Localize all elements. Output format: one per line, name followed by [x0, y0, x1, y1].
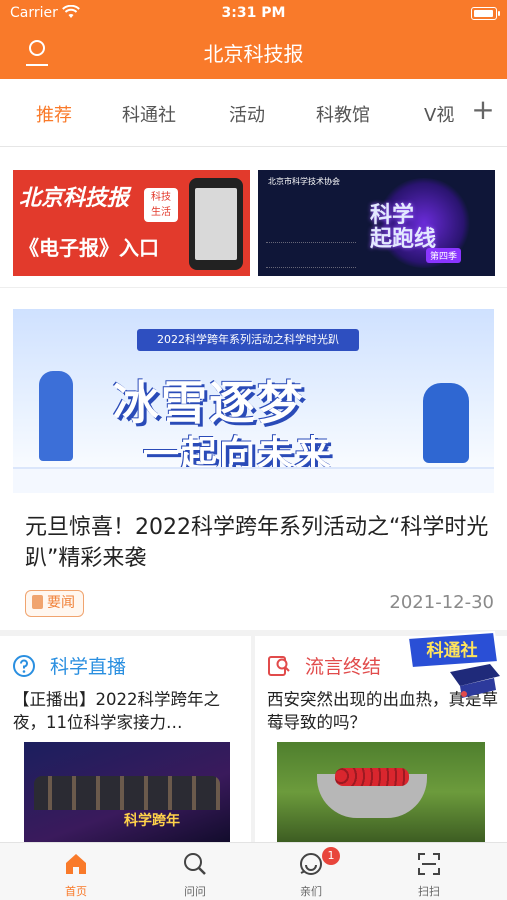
science-live-text: 【正播出】2022科学跨年之夜，11位科学家接力… — [13, 690, 220, 732]
channel-tabs: 推荐 科通社 活动 科教馆 V视 + — [0, 79, 507, 147]
tab-scan[interactable]: 扫扫 — [366, 843, 492, 900]
science-life-tag: 科技 生活 — [144, 188, 178, 222]
hockey-player-illustration — [423, 383, 469, 463]
live-event-image: 科学跨年 — [24, 742, 230, 842]
promo-banner-row: 北京科技报 科技 生活 《电子报》入口 北京市科学技术协会 科学 起跑线 第四季 — [0, 148, 507, 288]
notification-badge: 1 — [322, 847, 340, 865]
tab-ketongshe[interactable]: 科通社 — [122, 101, 176, 127]
status-time: 3:31 PM — [221, 5, 286, 21]
snow-ground — [13, 467, 494, 493]
status-bar: Carrier 3:31 PM — [0, 0, 507, 28]
add-channel-button[interactable]: + — [471, 93, 495, 127]
newspaper-logo: 北京科技报 — [19, 185, 130, 211]
feature-banner-line1: 冰雪逐梦 — [113, 376, 305, 430]
feature-article-title[interactable]: 元旦惊喜！2022科学跨年系列活动之“科学时光趴”精彩来袭 — [25, 512, 495, 574]
scan-icon — [418, 853, 440, 875]
feature-banner-subtitle: 2022科学跨年系列活动之科学时光趴 — [137, 329, 359, 351]
science-live-card[interactable]: 科学直播 【正播出】2022科学跨年之夜，11位科学家接力… 科学跨年 — [0, 636, 251, 842]
skier-illustration — [39, 371, 73, 461]
tab-home[interactable]: 首页 — [13, 843, 139, 900]
feature-banner-image[interactable]: 2022科学跨年系列活动之科学时光趴 冰雪逐梦 一起向未来 — [13, 309, 494, 493]
document-icon — [32, 595, 43, 609]
question-icon — [13, 655, 35, 677]
strawberries-shape — [335, 768, 409, 786]
rumor-icon — [268, 656, 290, 676]
banner-decoration — [266, 242, 356, 268]
ketongshe-sticker[interactable]: 科通社 — [400, 628, 502, 702]
tab-ask[interactable]: 问问 — [132, 843, 258, 900]
tab-ask-label: 问问 — [184, 885, 206, 898]
phone-illustration — [189, 178, 243, 270]
battery-icon — [471, 7, 500, 20]
rumor-buster-title: 流言终结 — [305, 656, 382, 678]
tab-science-museum[interactable]: 科教馆 — [316, 101, 370, 127]
app-title: 北京科技报 — [203, 42, 304, 66]
strawberry-rodent-image — [277, 742, 485, 842]
tab-friends-label: 亲们 — [300, 885, 322, 898]
home-icon — [66, 854, 86, 874]
season-badge: 第四季 — [426, 248, 462, 263]
epaper-entry-banner[interactable]: 北京科技报 科技 生活 《电子报》入口 — [13, 170, 250, 276]
science-race-banner[interactable]: 北京市科学技术协会 科学 起跑线 第四季 — [258, 170, 495, 276]
bottom-tab-bar: 首页 问问 1 亲们 扫扫 — [0, 842, 507, 900]
tab-video[interactable]: V视 — [424, 101, 454, 127]
tab-home-label: 首页 — [65, 885, 87, 898]
tab-friends[interactable]: 1 亲们 — [248, 843, 374, 900]
app-header: Carrier 3:31 PM 北京科技报 — [0, 0, 507, 79]
scientists-group — [34, 776, 220, 810]
sticker-label: 科通社 — [427, 640, 478, 661]
title-bar: 北京科技报 — [0, 28, 507, 79]
race-banner-title: 科学 起跑线 — [370, 203, 437, 252]
live-image-caption: 科学跨年 — [124, 813, 180, 829]
tab-activities[interactable]: 活动 — [229, 101, 265, 127]
tab-scan-label: 扫扫 — [418, 885, 440, 898]
search-icon — [184, 853, 206, 875]
chat-icon — [300, 853, 322, 875]
news-category-tag: 要闻 — [25, 590, 84, 617]
tab-recommend[interactable]: 推荐 — [36, 101, 72, 127]
science-live-title: 科学直播 — [50, 656, 127, 678]
epaper-entry-label: 《电子报》入口 — [19, 236, 159, 260]
feature-date: 2021-12-30 — [389, 592, 494, 613]
org-label: 北京市科学技术协会 — [268, 177, 340, 186]
